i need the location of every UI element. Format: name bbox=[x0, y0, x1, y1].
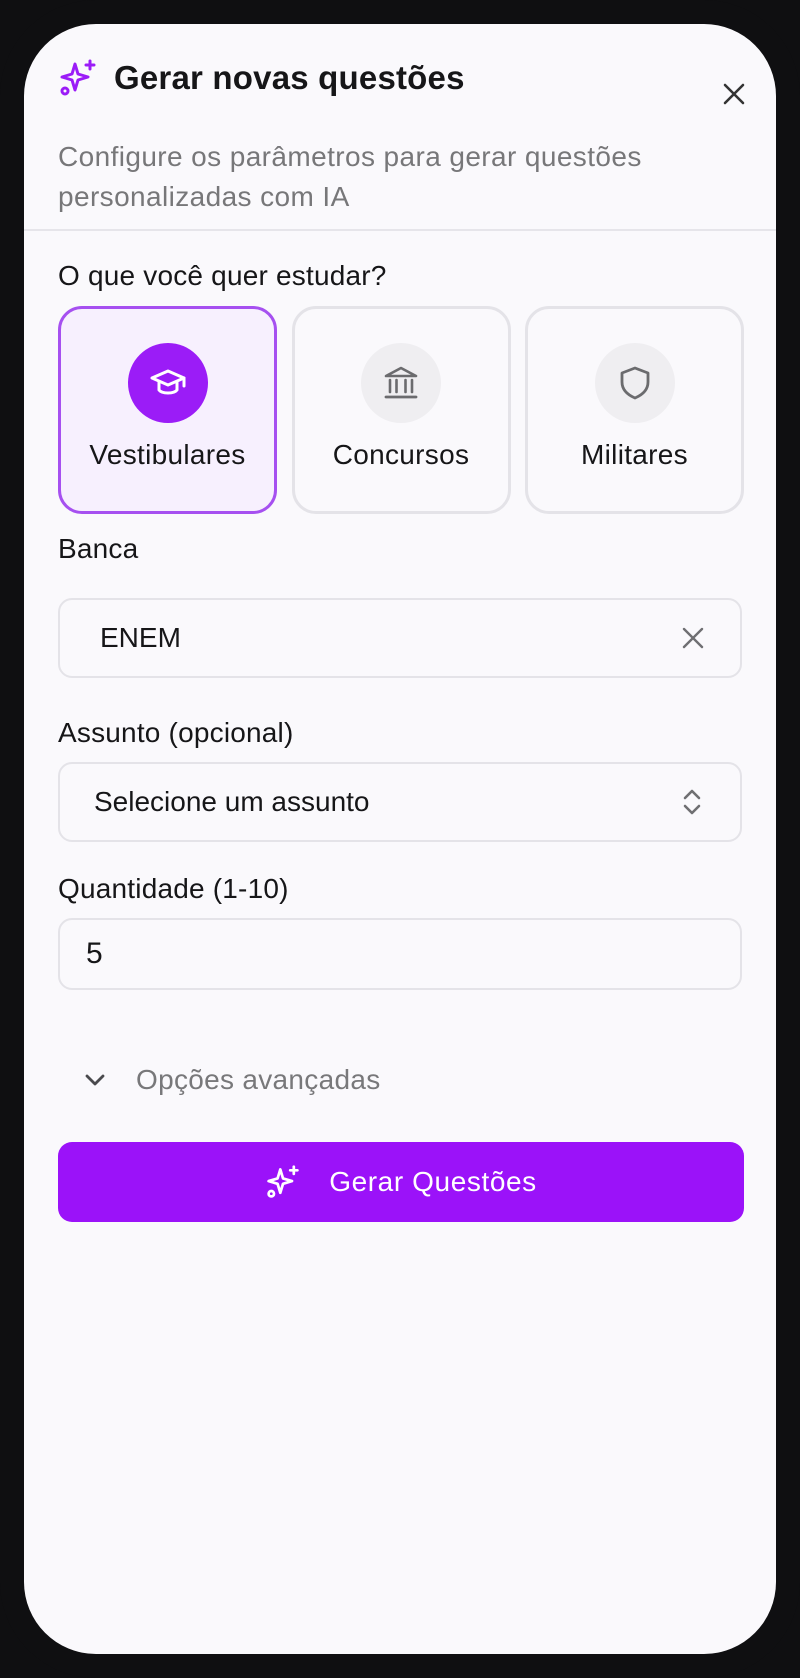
sparkles-icon bbox=[60, 59, 96, 96]
close-icon bbox=[682, 627, 704, 649]
clear-banca-button[interactable] bbox=[682, 600, 704, 676]
dialog-subtitle: Configure os parâmetros para gerar quest… bbox=[58, 141, 642, 212]
assunto-label: Assunto (opcional) bbox=[58, 717, 294, 748]
option-vestibulares[interactable]: Vestibulares bbox=[58, 306, 277, 514]
graduation-cap-icon bbox=[150, 369, 185, 395]
option-label: Concursos bbox=[332, 439, 470, 470]
dialog-header: Gerar novas questões Configure os parâme… bbox=[24, 24, 776, 231]
icon-badge bbox=[361, 343, 441, 423]
close-button[interactable] bbox=[714, 74, 754, 114]
advanced-options-label: Opções avançadas bbox=[136, 1064, 381, 1095]
shield-icon bbox=[620, 366, 649, 400]
option-concursos[interactable]: Concursos bbox=[291, 306, 511, 514]
study-type-label: O que você quer estudar? bbox=[58, 260, 387, 291]
generate-questions-label: Gerar Questões bbox=[329, 1166, 537, 1197]
title-row: Gerar novas questões bbox=[58, 58, 465, 98]
icon-badge bbox=[594, 343, 675, 423]
banca-label: Banca bbox=[58, 533, 139, 564]
sparkles-icon bbox=[267, 1165, 299, 1198]
quantidade-input[interactable]: 5 bbox=[58, 918, 742, 990]
option-label: Militares bbox=[581, 439, 688, 470]
close-icon bbox=[723, 83, 745, 105]
chevron-down-icon bbox=[85, 1074, 105, 1086]
device-frame: Gerar novas questões Configure os parâme… bbox=[0, 0, 800, 1678]
generate-questions-button[interactable]: Gerar Questões bbox=[58, 1142, 744, 1222]
icon-badge bbox=[127, 343, 208, 423]
advanced-options-toggle[interactable]: Opções avançadas bbox=[84, 1064, 381, 1096]
assunto-select[interactable]: Selecione um assunto bbox=[58, 762, 742, 842]
chevron-up-down-icon bbox=[682, 764, 702, 840]
option-label: Vestibulares bbox=[89, 439, 246, 470]
banca-input[interactable]: ENEM bbox=[58, 598, 742, 678]
bank-building-icon bbox=[384, 366, 418, 399]
quantidade-label: Quantidade (1-10) bbox=[58, 873, 289, 904]
study-type-options: Vestibulares Concursos Militares bbox=[58, 306, 744, 514]
dialog-title: Gerar novas questões bbox=[114, 59, 465, 96]
banca-value: ENEM bbox=[100, 622, 181, 653]
dialog-screen: Gerar novas questões Configure os parâme… bbox=[24, 24, 776, 1654]
quantidade-value: 5 bbox=[86, 937, 103, 970]
option-militares[interactable]: Militares bbox=[525, 306, 744, 514]
assunto-placeholder: Selecione um assunto bbox=[94, 786, 370, 817]
